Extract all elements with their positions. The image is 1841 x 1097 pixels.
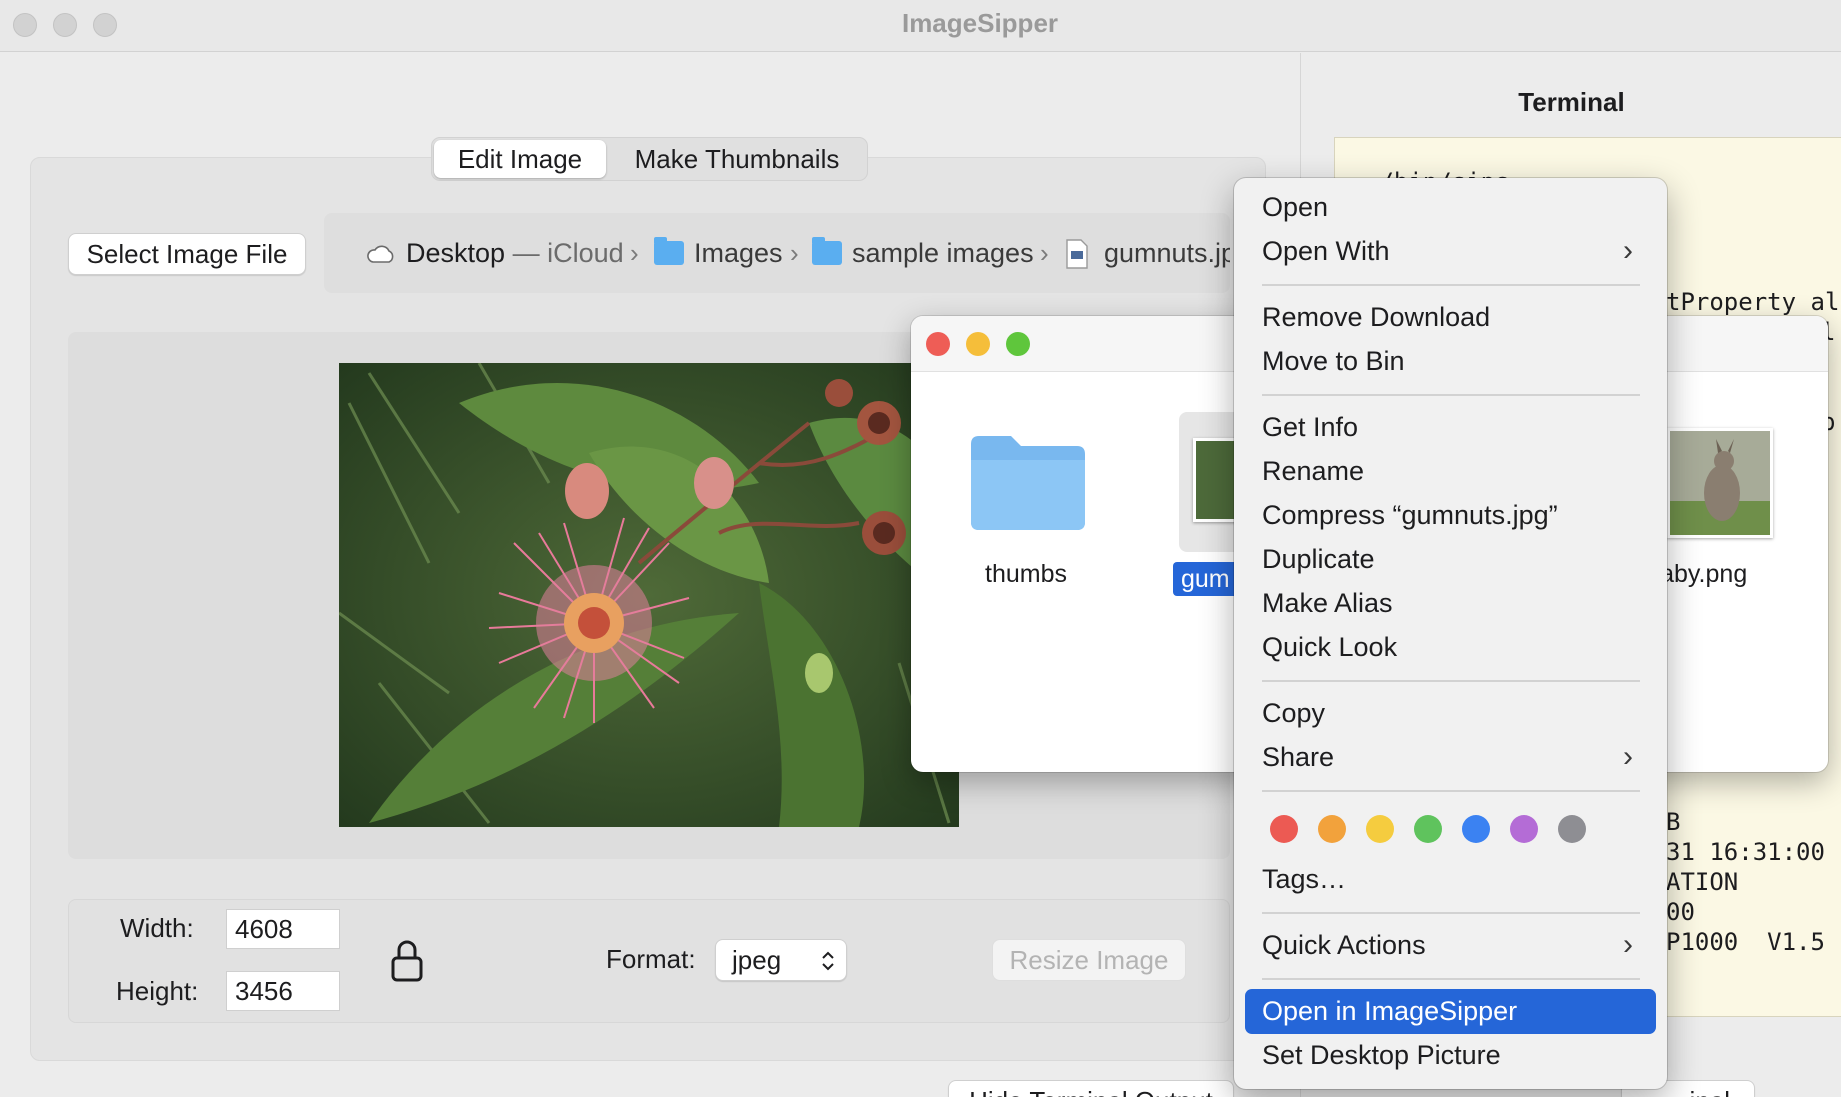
- menu-separator: [1262, 912, 1640, 914]
- terminal-line: 00: [1666, 898, 1695, 926]
- terminal-line: P1000 V1.5: [1666, 928, 1825, 956]
- tag-orange[interactable]: [1318, 815, 1346, 843]
- menu-separator: [1262, 394, 1640, 396]
- lock-icon[interactable]: [390, 938, 424, 982]
- tag-blue[interactable]: [1462, 815, 1490, 843]
- menu-item-duplicate[interactable]: Duplicate: [1262, 542, 1375, 576]
- chevron-right-icon: ›: [790, 238, 799, 268]
- menu-item-share[interactable]: Share: [1262, 740, 1334, 774]
- menu-item-make-alias[interactable]: Make Alias: [1262, 586, 1393, 620]
- menu-item-compress[interactable]: Compress “gumnuts.jpg”: [1262, 498, 1558, 532]
- finder-zoom-button[interactable]: [1006, 332, 1030, 356]
- menu-separator: [1262, 284, 1640, 286]
- menu-item-open-with[interactable]: Open With: [1262, 234, 1390, 268]
- path-root-label: Desktop: [406, 238, 506, 268]
- menu-separator: [1262, 680, 1640, 682]
- chevron-right-icon: ›: [1623, 928, 1633, 961]
- path-root-suffix: — iCloud: [512, 238, 624, 268]
- menu-item-quick-actions[interactable]: Quick Actions: [1262, 928, 1426, 962]
- tab-make-thumbnails[interactable]: Make Thumbnails: [608, 140, 866, 178]
- chevron-right-icon: ›: [630, 238, 639, 268]
- tag-yellow[interactable]: [1366, 815, 1394, 843]
- width-field[interactable]: 4608: [226, 909, 340, 949]
- finder-item-thumbs[interactable]: thumbs: [951, 560, 1101, 589]
- finder-close-button[interactable]: [926, 332, 950, 356]
- menu-item-get-info[interactable]: Get Info: [1262, 410, 1358, 444]
- path-control[interactable]: Desktop — iCloud › Images › sample image…: [324, 213, 1230, 293]
- height-label: Height:: [116, 976, 199, 1006]
- path-crumb-images[interactable]: Images: [694, 235, 783, 271]
- menu-item-open-in-imagesipper[interactable]: Open in ImageSipper: [1262, 994, 1517, 1028]
- finder-minimize-button[interactable]: [966, 332, 990, 356]
- document-icon: [1066, 239, 1088, 269]
- menu-item-move-to-bin[interactable]: Move to Bin: [1262, 344, 1405, 378]
- stepper-arrows-icon: [822, 951, 834, 971]
- folder-icon: [812, 237, 842, 265]
- menu-item-rename[interactable]: Rename: [1262, 454, 1364, 488]
- mode-tabs: Edit Image Make Thumbnails: [431, 137, 868, 181]
- height-field[interactable]: 3456: [226, 971, 340, 1011]
- context-menu: Open Open With › Remove Download Move to…: [1234, 178, 1667, 1089]
- format-select[interactable]: jpeg: [715, 939, 847, 981]
- hide-terminal-output-button[interactable]: Hide Terminal Output: [948, 1080, 1234, 1097]
- folder-icon: [654, 237, 684, 265]
- path-crumb-sample-images[interactable]: sample images: [852, 235, 1034, 271]
- menu-item-copy[interactable]: Copy: [1262, 696, 1325, 730]
- menu-item-open[interactable]: Open: [1262, 190, 1328, 224]
- finder-item-wallaby[interactable]: llaby.png: [1649, 560, 1789, 589]
- menu-item-remove-download[interactable]: Remove Download: [1262, 300, 1490, 334]
- tab-edit-image[interactable]: Edit Image: [434, 140, 606, 178]
- terminal-line: ATION: [1666, 868, 1739, 896]
- terminal-line: tProperty al: [1666, 288, 1840, 316]
- menu-separator: [1262, 790, 1640, 792]
- icloud-icon: [367, 245, 394, 263]
- tag-purple[interactable]: [1510, 815, 1538, 843]
- chevron-right-icon: ›: [1623, 234, 1633, 267]
- tag-red[interactable]: [1270, 815, 1298, 843]
- tag-green[interactable]: [1414, 815, 1442, 843]
- path-crumb-file[interactable]: gumnuts.jp: [1104, 235, 1230, 271]
- resize-image-button[interactable]: Resize Image: [992, 939, 1186, 981]
- terminal-title: Terminal: [1518, 87, 1625, 117]
- app-window: ImageSipper Edit Image Make Thumbnails S…: [0, 0, 1841, 1097]
- window-title: ImageSipper: [901, 8, 1059, 38]
- chevron-right-icon: ›: [1040, 238, 1049, 268]
- tag-gray[interactable]: [1558, 815, 1586, 843]
- chevron-right-icon: ›: [1623, 740, 1633, 773]
- folder-icon[interactable]: [967, 432, 1089, 534]
- width-label: Width:: [120, 913, 194, 943]
- format-label: Format:: [606, 944, 696, 974]
- title-bar: ImageSipper: [0, 0, 1841, 52]
- menu-item-quick-look[interactable]: Quick Look: [1262, 630, 1397, 664]
- terminal-line: B: [1666, 808, 1681, 836]
- menu-separator: [1262, 978, 1640, 980]
- image-thumbnail[interactable]: [1667, 428, 1773, 538]
- terminal-line: 31 16:31:00: [1666, 838, 1825, 866]
- format-value: jpeg: [732, 945, 782, 975]
- menu-item-set-desktop-picture[interactable]: Set Desktop Picture: [1262, 1038, 1501, 1072]
- menu-item-tags[interactable]: Tags…: [1262, 862, 1346, 896]
- select-image-file-button[interactable]: Select Image File: [68, 233, 306, 275]
- path-root-desktop[interactable]: Desktop — iCloud: [406, 235, 624, 271]
- image-preview: [339, 363, 959, 827]
